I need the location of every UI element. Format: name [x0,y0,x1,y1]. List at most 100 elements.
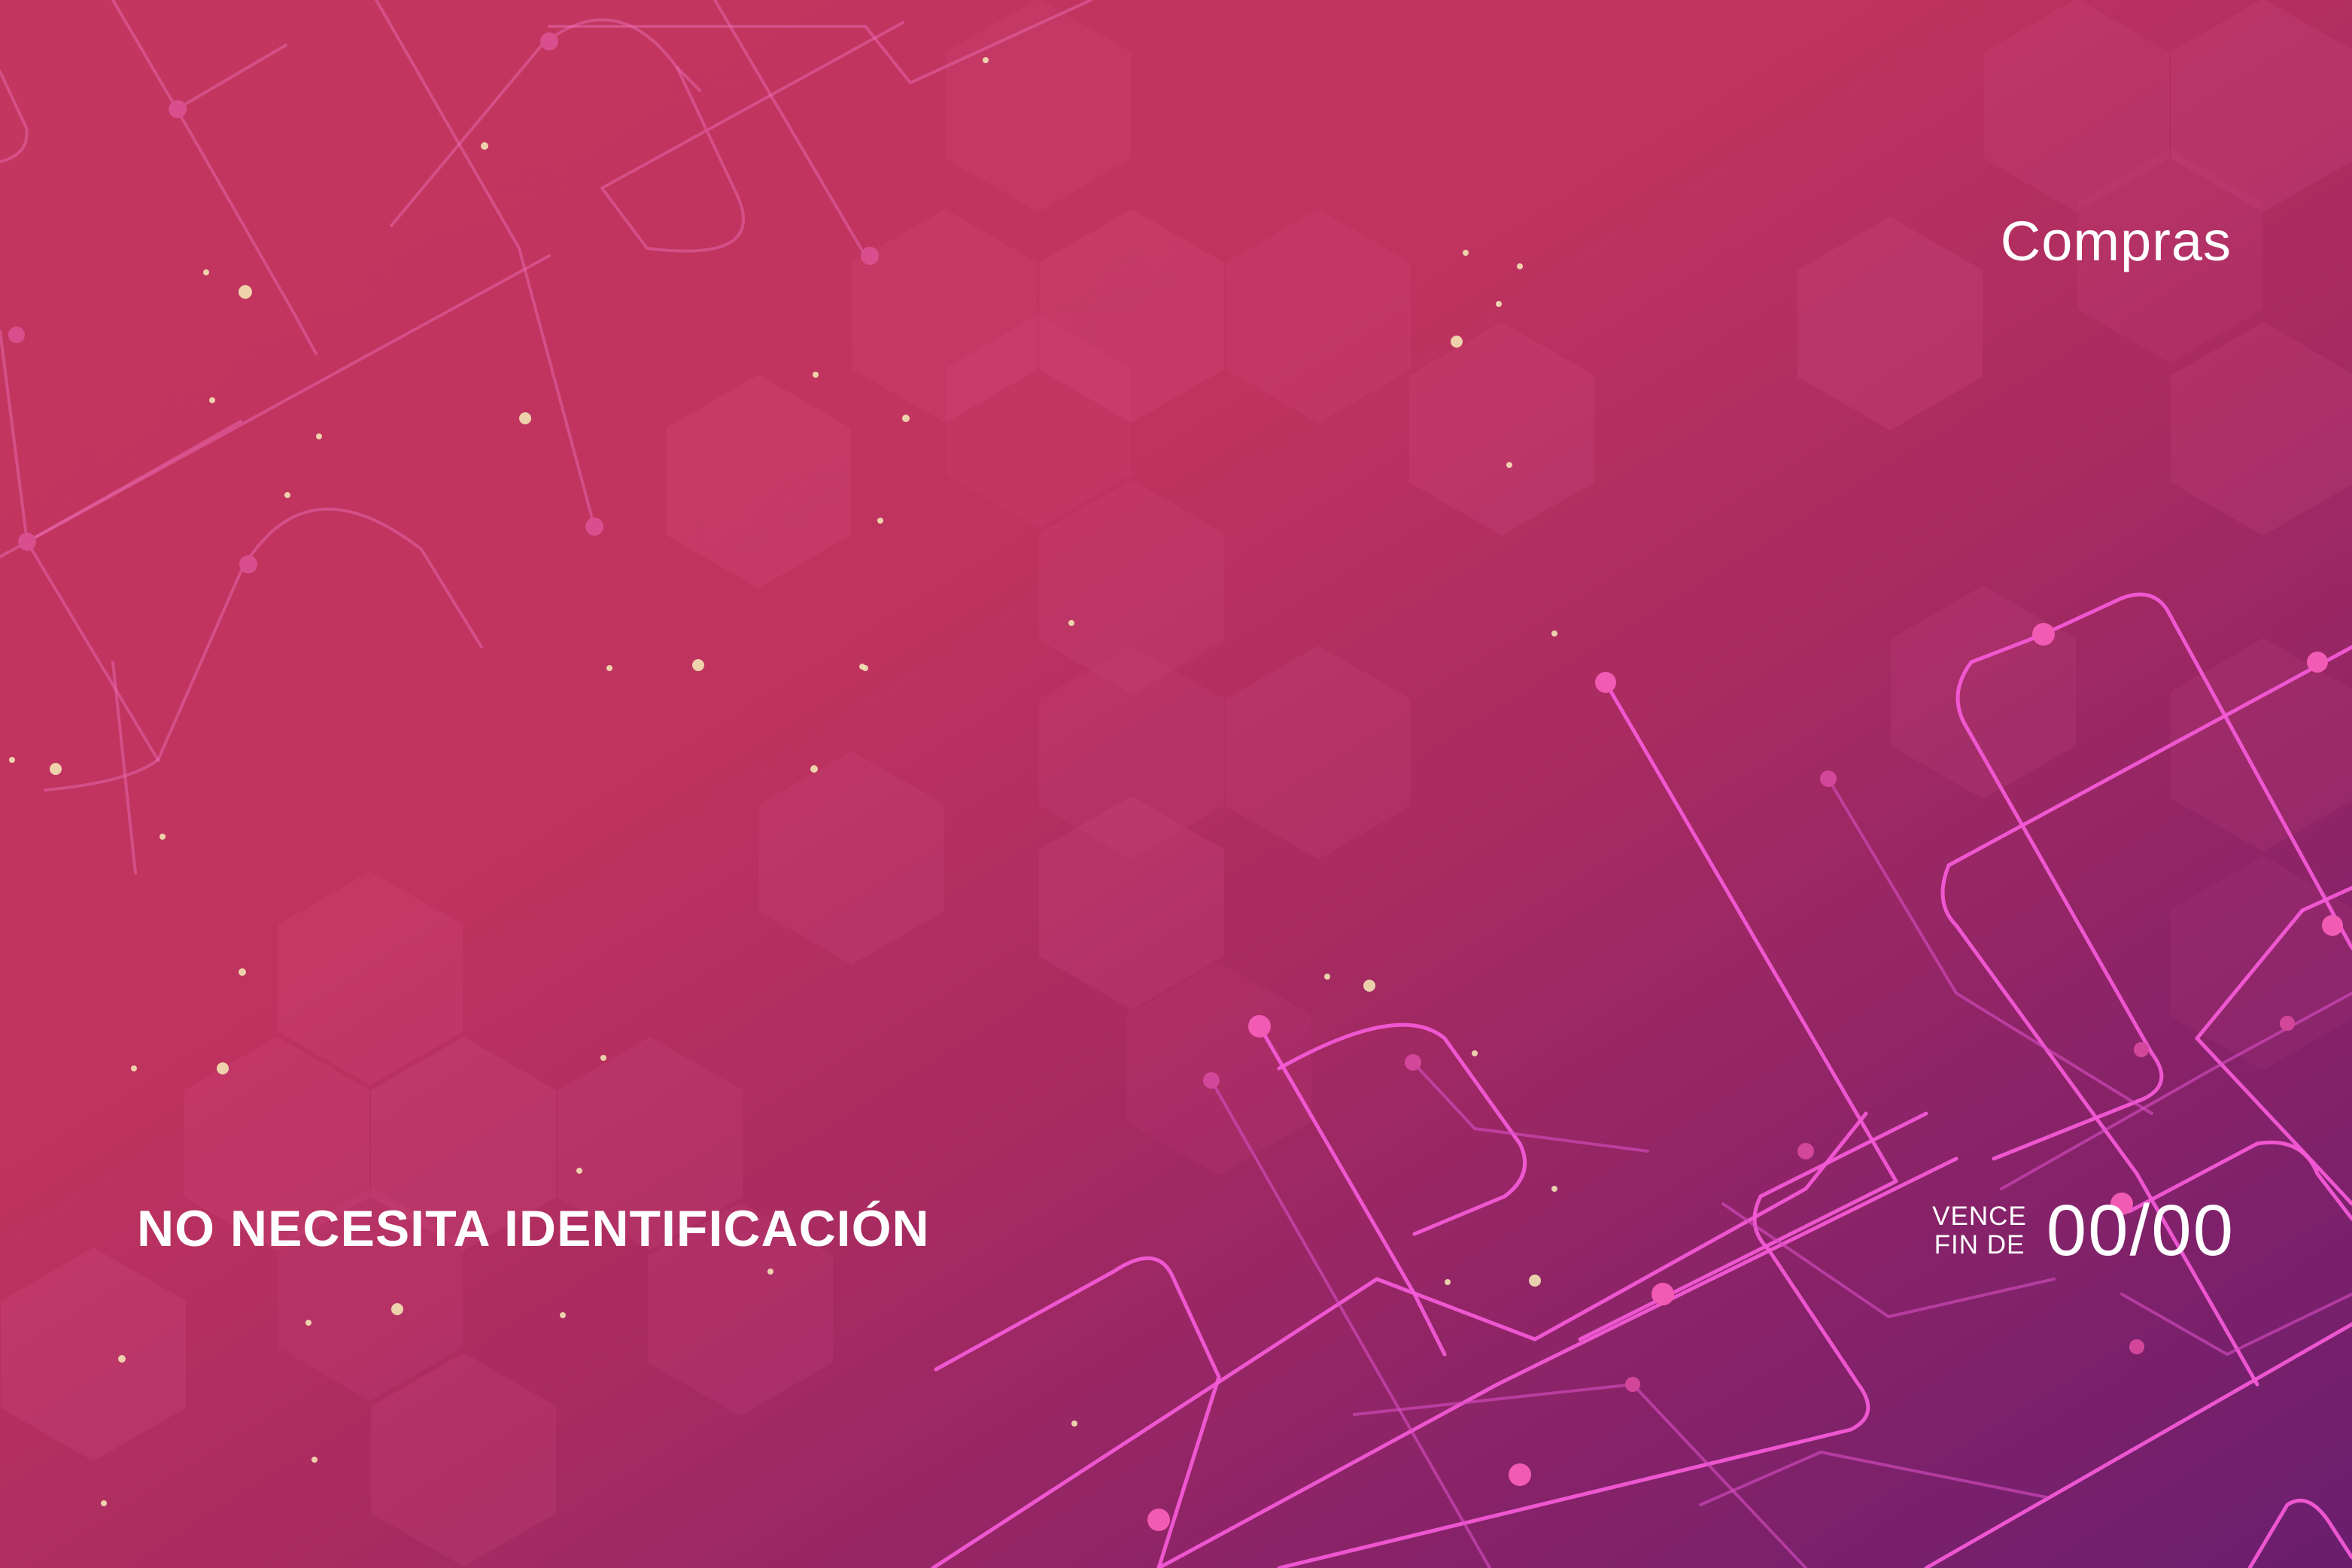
sparkle-dot [1529,1275,1541,1287]
circuit-node-dot [1203,1072,1220,1089]
sparkle-dot [101,1500,107,1506]
circuit-line [1578,680,1898,1342]
sparkle-dot [209,397,215,403]
hexagon-shape [946,0,1131,212]
expiry-date: 00/00 [2046,1190,2235,1271]
circuit-node-dot [2322,915,2343,936]
sparkle-dot [983,57,989,63]
hexagon-shape [371,1353,556,1566]
circuit-node-dot [169,100,187,118]
sparkle-dot [1068,620,1074,626]
sparkle-dot [391,1303,403,1315]
sparkle-dot [239,285,252,299]
sparkle-dot [576,1168,582,1174]
sparkle-dot [859,664,865,670]
circuit-line [156,507,483,761]
circuit-line [934,1256,1221,1568]
hexagon-shape [2171,638,2352,852]
circuit-line [175,44,287,111]
circuit-line [1699,1451,2048,1506]
circuit-line [1827,777,2153,1115]
circuit-node-dot [8,327,25,343]
sparkle-dot [810,765,818,773]
hexagon-shape [1797,217,1983,430]
circuit-line [600,21,904,253]
circuit-line [0,254,551,558]
sparkle-dot [560,1312,566,1318]
hexagon-shape [2171,322,2352,536]
sparkle-dot [217,1062,229,1074]
circuit-line [1257,1024,1447,1357]
circuit-node-dot [2307,652,2328,673]
sparkle-dot [1363,980,1375,992]
circuit-line [2247,1498,2352,1568]
sparkle-dot [1071,1421,1077,1427]
card-artwork: Compras NO NECESITA IDENTIFICACIÓN VENCE… [0,0,2352,1568]
sparkle-dot [1506,462,1512,468]
circuit-node-dot [1405,1054,1421,1071]
no-id-notice: NO NECESITA IDENTIFICACIÓN [137,1200,930,1257]
sparkle-dot [600,1055,606,1061]
hexagon-shape [666,375,851,588]
sparkle-dot [239,968,246,976]
sparkle-dot [160,834,166,840]
circuit-node-dot [2280,1016,2295,1031]
circuit-node-dot [1652,1283,1674,1305]
sparkle-dot [305,1320,311,1326]
circuit-line [1210,1079,1491,1568]
sparkle-dot [1551,1186,1557,1192]
sparkle-dot [316,433,322,439]
circuit-node-dot [2032,623,2055,646]
sparkle-dot [1472,1050,1478,1056]
sparkle-dot [767,1269,773,1275]
sparkle-dot [131,1065,137,1071]
sparkle-dot [606,665,612,671]
sparkle-dot [203,269,209,275]
circuit-line [1277,1111,1928,1568]
expiry-block: VENCE FIN DE 00/00 [1932,1195,2235,1267]
circuit-line [111,0,318,355]
circuit-line [2000,992,2352,1190]
circuit-node-dot [18,533,36,551]
hexagon-shape [1,1247,186,1461]
hexagon-shape [1409,322,1594,536]
sparkle-dot [284,492,290,498]
hexagon-shape [1226,209,1411,423]
circuit-line [1156,1156,1958,1568]
hexagon-shape [1226,646,1411,859]
sparkle-dot [813,372,819,378]
hexagon-shape [278,871,463,1085]
hexagon-shape [1891,585,2076,799]
circuit-line [111,661,137,874]
sparkle-dot [481,142,488,150]
sparkle-dot [50,763,62,775]
background-pattern [0,0,2352,1568]
sparkle-dot [9,757,15,763]
circuit-node-dot [1595,672,1616,693]
circuit-node-dot [1248,1015,1271,1038]
sparkle-dot [1463,250,1469,256]
circuit-node-dot [1625,1377,1640,1392]
circuit-node-dot [540,32,558,50]
sparkle-dot [877,518,883,524]
hexagon-shape [759,751,944,965]
circuit-line [44,758,160,792]
sparkle-dot [311,1457,318,1463]
circuit-line [0,70,29,163]
circuit-line [375,0,596,528]
expiry-label-line1: VENCE [1932,1202,2027,1231]
expiry-label: VENCE FIN DE [1932,1202,2027,1260]
sparkle-dot [1324,974,1330,980]
sparkle-dot [902,415,910,422]
circuit-node-dot [1797,1143,1814,1159]
sparkle-dot [1551,631,1557,637]
sparkle-dot [1445,1279,1451,1285]
circuit-line [390,18,701,227]
circuit-node-dot [1147,1509,1170,1531]
circuit-node-dot [2134,1042,2149,1057]
circuit-node-dot [861,247,879,265]
circuit-line [1924,1322,2352,1568]
circuit-line [931,1111,1868,1568]
circuit-line [1353,1383,1807,1568]
sparkle-dot [1496,301,1502,307]
